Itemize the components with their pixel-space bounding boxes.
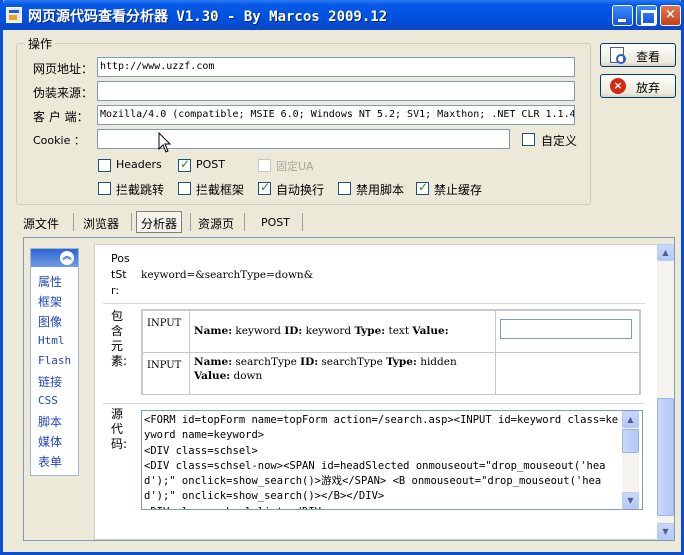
poststr-value: keyword=&searchType=down& xyxy=(141,269,314,281)
close-button[interactable]: × xyxy=(660,5,681,26)
tab-source[interactable]: 源文件 xyxy=(23,212,59,234)
sidebar-header: ︽ xyxy=(31,249,78,267)
cancel-button[interactable]: × 放弃 xyxy=(600,74,676,98)
scroll-down-icon[interactable]: ▼ xyxy=(622,492,639,509)
minimize-button[interactable] xyxy=(612,5,633,26)
element-props-cell: Name: keyword ID: keyword Type: text Val… xyxy=(189,310,496,353)
cancel-icon: × xyxy=(610,78,626,94)
options-group-label: 操作 xyxy=(25,35,56,52)
fixed-ua-checkbox[interactable] xyxy=(258,159,271,172)
window-title: 网页源代码查看分析器 V1.30 - By Marcos 2009.12 xyxy=(28,9,388,25)
form-detail-view: PostStr: keyword=&searchType=down& 包含元素:… xyxy=(94,244,658,540)
block-frame-label: 拦截框架 xyxy=(196,183,245,197)
tab-separator xyxy=(131,213,132,231)
auto-wrap-label: 自动换行 xyxy=(276,183,325,197)
referer-input[interactable] xyxy=(97,81,575,101)
url-input[interactable]: http://www.uzzf.com xyxy=(97,57,575,77)
scroll-up-icon[interactable]: ▲ xyxy=(657,244,674,261)
maximize-button[interactable] xyxy=(636,5,657,26)
element-type-cell: INPUT xyxy=(142,310,190,353)
mouse-cursor-icon xyxy=(158,132,172,153)
block-redirect-label: 拦截跳转 xyxy=(116,183,165,197)
headers-label: Headers xyxy=(116,158,162,171)
headers-checkbox[interactable] xyxy=(98,159,111,172)
elements-table: INPUT Name: keyword ID: keyword Type: te… xyxy=(141,309,641,395)
sidebar-item-scripts[interactable]: 脚本 xyxy=(38,413,62,430)
sidebar-item-links[interactable]: 链接 xyxy=(38,373,62,390)
disable-cache-checkbox[interactable] xyxy=(416,180,429,195)
element-preview-cell xyxy=(495,352,640,395)
close-icon: × xyxy=(665,7,676,22)
poststr-label: PostStr: xyxy=(111,252,130,297)
source-code-text: <FORM id=topForm name=topForm action=/se… xyxy=(144,414,619,509)
tab-separator xyxy=(73,213,74,231)
view-page-icon xyxy=(610,47,626,64)
custom-label: 自定义 xyxy=(541,134,578,148)
source-scroll-thumb[interactable] xyxy=(622,429,639,453)
source-code-box[interactable]: <FORM id=topForm name=topForm action=/se… xyxy=(141,410,643,510)
tab-browser[interactable]: 浏览器 xyxy=(83,212,119,234)
source-scrollbar[interactable]: ▲ ▼ xyxy=(622,411,639,509)
element-preview-cell xyxy=(495,310,640,353)
category-sidebar: ︽ 属性 框架 图像 Html Flash 链接 CSS 脚本 媒体 表单 xyxy=(30,248,79,476)
sidebar-item-attributes[interactable]: 属性 xyxy=(38,273,62,290)
keyword-preview-input[interactable] xyxy=(500,319,632,339)
tab-resources[interactable]: 资源页 xyxy=(198,212,234,234)
detail-scroll-thumb[interactable] xyxy=(657,398,674,516)
sidebar-item-css[interactable]: CSS xyxy=(38,394,58,407)
referer-label: 伪装来源： xyxy=(33,86,94,100)
sidebar-item-html[interactable]: Html xyxy=(38,334,65,347)
disable-cache-label: 禁止缓存 xyxy=(434,183,483,197)
sidebar-item-images[interactable]: 图像 xyxy=(38,313,62,330)
sidebar-item-frames[interactable]: 框架 xyxy=(38,293,62,310)
row-divider xyxy=(103,303,645,304)
element-type-cell: INPUT xyxy=(142,352,190,395)
row-divider xyxy=(103,403,645,404)
cookie-label: Cookie ： xyxy=(33,134,85,147)
scroll-down-icon[interactable]: ▼ xyxy=(657,523,674,540)
tab-analyzer[interactable]: 分析器 xyxy=(136,211,183,233)
post-checkbox[interactable] xyxy=(178,157,191,172)
fixed-ua-label: 固定UA xyxy=(276,160,314,173)
block-frame-checkbox[interactable] xyxy=(178,182,191,195)
disable-script-checkbox[interactable] xyxy=(338,182,351,195)
collapse-icon[interactable]: ︽ xyxy=(60,251,74,265)
elements-label: 包含元素: xyxy=(111,309,128,368)
sidebar-item-flash[interactable]: Flash xyxy=(38,354,71,367)
tab-separator xyxy=(190,213,191,231)
disable-script-label: 禁用脚本 xyxy=(356,183,405,197)
auto-wrap-checkbox[interactable] xyxy=(258,180,271,195)
app-icon xyxy=(6,7,22,23)
post-label: POST xyxy=(196,158,225,171)
tab-post[interactable]: POST xyxy=(261,213,290,235)
app-window: 网页源代码查看分析器 V1.30 - By Marcos 2009.12 × 操… xyxy=(0,0,684,555)
tab-separator xyxy=(244,213,245,231)
analyzer-panel: ︽ 属性 框架 图像 Html Flash 链接 CSS 脚本 媒体 表单 Po… xyxy=(23,237,675,541)
url-label: 网页地址： xyxy=(33,62,94,76)
view-button[interactable]: 查看 xyxy=(600,43,676,67)
custom-checkbox[interactable] xyxy=(522,133,535,146)
source-label: 源代码: xyxy=(111,407,128,451)
element-props-cell: Name: searchType ID: searchType Type: hi… xyxy=(189,352,496,395)
sidebar-item-forms[interactable]: 表单 xyxy=(38,453,62,470)
title-bar[interactable]: 网页源代码查看分析器 V1.30 - By Marcos 2009.12 × xyxy=(0,0,684,30)
user-agent-input[interactable]: Mozilla/4.0 (compatible; MSIE 6.0; Windo… xyxy=(97,105,575,125)
scroll-up-icon[interactable]: ▲ xyxy=(622,411,639,428)
block-redirect-checkbox[interactable] xyxy=(98,182,111,195)
sidebar-item-media[interactable]: 媒体 xyxy=(38,433,62,450)
tab-separator xyxy=(302,213,303,231)
detail-scrollbar[interactable]: ▲ ▼ xyxy=(657,244,674,540)
client-label: 客 户 端： xyxy=(33,110,89,124)
